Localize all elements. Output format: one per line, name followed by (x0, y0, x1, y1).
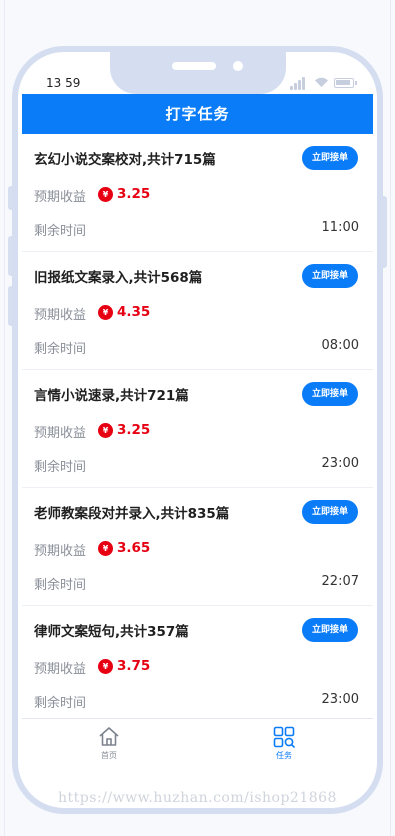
income-value: 3.65 (117, 540, 151, 556)
tab-home[interactable]: 首页 (69, 725, 149, 761)
remaining-time-value: 22:07 (321, 574, 359, 589)
task-title: 老师教案段对并录入,共计835篇 (34, 506, 230, 522)
phone-frame: 13 59 打字任务 玄幻小说交案校对,共计715篇 立即接单 预期收益 ¥ 3… (12, 46, 383, 814)
speaker-grille (172, 62, 216, 70)
task-card: 玄幻小说交案校对,共计715篇 立即接单 预期收益 ¥ 3.25 剩余时间 11… (22, 134, 373, 252)
task-card: 旧报纸文案录入,共计568篇 立即接单 预期收益 ¥ 4.35 剩余时间 08:… (22, 252, 373, 370)
home-icon (99, 727, 119, 746)
accept-task-button[interactable]: 立即接单 (302, 146, 358, 170)
page-title: 打字任务 (22, 94, 373, 134)
income-label: 预期收益 (34, 308, 87, 323)
tab-task-label: 任务 (276, 751, 292, 760)
remaining-time-label: 剩余时间 (34, 342, 87, 357)
remaining-time-label: 剩余时间 (34, 460, 87, 475)
remaining-time-label: 剩余时间 (34, 224, 87, 239)
remaining-time-label: 剩余时间 (34, 696, 87, 711)
signal-bar-4 (302, 77, 305, 90)
yen-icon: ¥ (98, 541, 113, 556)
front-camera (233, 61, 243, 71)
task-title: 旧报纸文案录入,共计568篇 (34, 270, 203, 286)
income-value: 3.25 (117, 422, 151, 438)
bottom-tab-bar: 首页 任务 (22, 718, 373, 774)
tab-home-label: 首页 (101, 751, 117, 760)
right-guide-line (390, 0, 391, 836)
remaining-time-value: 23:00 (321, 456, 359, 471)
grid-search-icon (273, 726, 295, 748)
accept-task-button[interactable]: 立即接单 (302, 500, 358, 524)
yen-icon: ¥ (98, 423, 113, 438)
task-card: 老师教案段对并录入,共计835篇 立即接单 预期收益 ¥ 3.65 剩余时间 2… (22, 488, 373, 606)
yen-icon: ¥ (98, 305, 113, 320)
income-label: 预期收益 (34, 662, 87, 677)
signal-bar-2 (294, 83, 297, 90)
accept-task-button[interactable]: 立即接单 (302, 382, 358, 406)
signal-bar-1 (290, 86, 293, 90)
watermark: https://www.huzhan.com/ishop21868 (58, 790, 337, 806)
task-list: 玄幻小说交案校对,共计715篇 立即接单 预期收益 ¥ 3.25 剩余时间 11… (22, 134, 373, 718)
battery-tip (355, 81, 357, 85)
remaining-time-value: 23:00 (321, 692, 359, 707)
tab-task[interactable]: 任务 (244, 725, 324, 761)
accept-task-button[interactable]: 立即接单 (302, 264, 358, 288)
task-card: 律师文案短句,共计357篇 立即接单 预期收益 ¥ 3.75 剩余时间 23:0… (22, 606, 373, 718)
battery-icon (334, 78, 354, 88)
status-icons (290, 76, 358, 90)
remaining-time-value: 08:00 (321, 338, 359, 353)
task-title: 玄幻小说交案校对,共计715篇 (34, 152, 216, 168)
phone-notch (110, 52, 286, 94)
signal-bar-3 (298, 80, 301, 90)
task-title: 律师文案短句,共计357篇 (34, 624, 189, 640)
task-title: 言情小说速录,共计721篇 (34, 388, 189, 404)
left-guide-line (4, 0, 5, 836)
income-label: 预期收益 (34, 190, 87, 205)
yen-icon: ¥ (98, 187, 113, 202)
wifi-icon (314, 76, 329, 92)
income-label: 预期收益 (34, 426, 87, 441)
task-card: 言情小说速录,共计721篇 立即接单 预期收益 ¥ 3.25 剩余时间 23:0… (22, 370, 373, 488)
remaining-time-label: 剩余时间 (34, 578, 87, 593)
status-time: 13 59 (46, 76, 81, 90)
income-label: 预期收益 (34, 544, 87, 559)
income-value: 4.35 (117, 304, 151, 320)
remaining-time-value: 11:00 (321, 220, 359, 235)
accept-task-button[interactable]: 立即接单 (302, 618, 358, 642)
income-value: 3.75 (117, 658, 151, 674)
income-value: 3.25 (117, 186, 151, 202)
yen-icon: ¥ (98, 659, 113, 674)
